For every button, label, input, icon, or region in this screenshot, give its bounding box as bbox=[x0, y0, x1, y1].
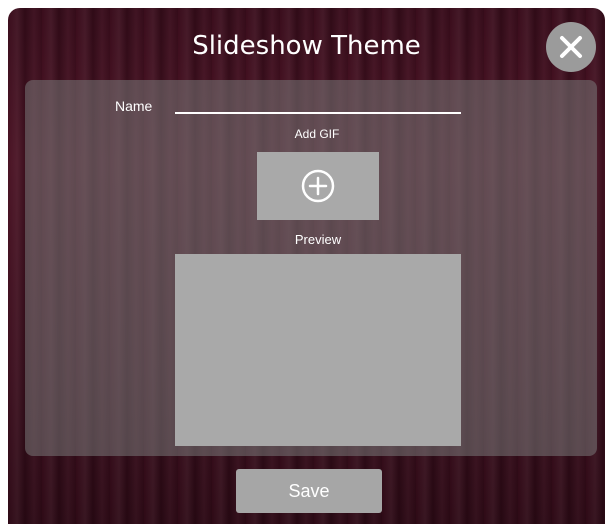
add-gif-button[interactable] bbox=[257, 152, 379, 220]
dialog-title: Slideshow Theme bbox=[192, 31, 421, 61]
name-field[interactable] bbox=[175, 94, 461, 114]
preview-label: Preview bbox=[294, 232, 342, 247]
theme-form-panel: Name Add GIF Preview bbox=[25, 80, 597, 456]
add-gif-label: Add GIF bbox=[294, 127, 340, 141]
slideshow-theme-dialog: Slideshow Theme Name Add GIF Preview Sav… bbox=[8, 8, 605, 524]
close-button[interactable] bbox=[546, 22, 596, 72]
plus-circle-icon bbox=[301, 169, 335, 203]
preview-area bbox=[175, 254, 461, 446]
name-label: Name bbox=[115, 98, 153, 114]
save-button[interactable]: Save bbox=[236, 469, 382, 513]
close-icon bbox=[560, 36, 582, 58]
